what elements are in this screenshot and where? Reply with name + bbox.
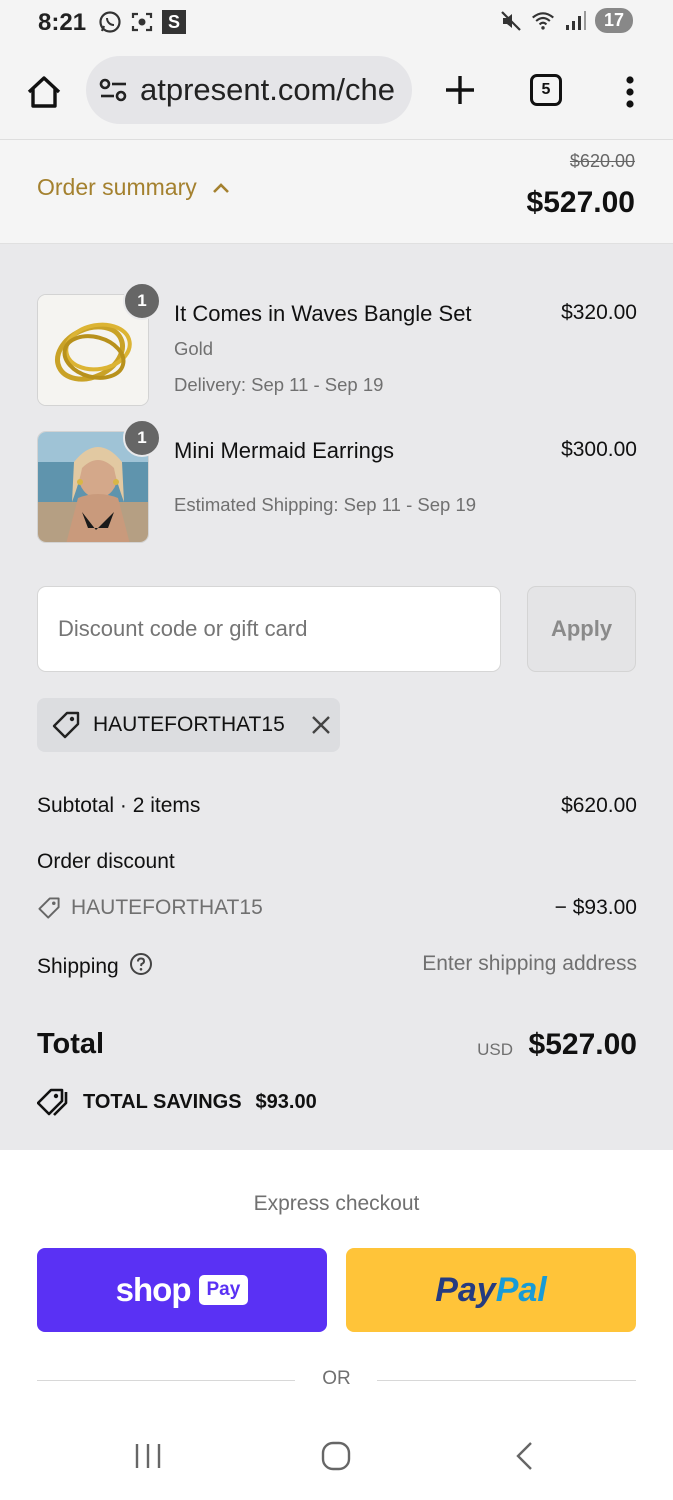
item-delivery: Delivery: Sep 11 - Sep 19: [174, 374, 384, 395]
remove-discount-button[interactable]: [309, 713, 333, 737]
paypal-logo-part2: Pal: [495, 1270, 547, 1309]
order-discount-label: Order discount: [37, 850, 175, 873]
express-checkout-title: Express checkout: [253, 1192, 420, 1215]
chevron-up-icon: [212, 182, 229, 193]
item-delivery: Estimated Shipping: Sep 11 - Sep 19: [174, 494, 477, 515]
discount-code-input[interactable]: [37, 586, 501, 672]
wifi-icon: [531, 9, 555, 33]
savings-value: $93.00: [255, 1090, 317, 1113]
close-icon: [311, 716, 330, 734]
browser-toolbar: atpresent.com/che 5: [0, 44, 673, 140]
whatsapp-icon: [98, 10, 122, 34]
order-summary-toggle[interactable]: Order summary: [37, 174, 231, 201]
paypal-button[interactable]: Pay Pal: [346, 1248, 636, 1332]
system-nav-bar: [0, 1420, 673, 1500]
paypal-logo-part1: Pay: [435, 1270, 496, 1309]
subtotal-value: $620.00: [561, 794, 637, 817]
screenshot-icon: [130, 10, 154, 34]
status-time: 8:21: [38, 9, 87, 36]
shop-pay-button[interactable]: shop Pay: [37, 1248, 327, 1332]
back-button[interactable]: [510, 1440, 542, 1477]
more-vert-icon: [626, 76, 634, 108]
recents-button[interactable]: [132, 1440, 164, 1477]
tag-icon: [38, 897, 60, 919]
item-name: Mini Mermaid Earrings: [174, 438, 395, 463]
order-summary-panel: 1 It Comes in Waves Bangle Set $320.00 G…: [0, 244, 673, 1150]
home-nav-button[interactable]: [320, 1440, 352, 1477]
applied-code-text: HAUTEFORTHAT15: [93, 713, 285, 736]
express-checkout: Express checkout shop Pay Pay Pal OR: [0, 1150, 673, 1420]
total-row: Total USD $527.00: [37, 1028, 637, 1068]
item-price: $320.00: [561, 301, 637, 324]
back-icon: [516, 1442, 532, 1470]
shop-pay-logo: shop: [115, 1271, 192, 1308]
new-tab-button[interactable]: [440, 70, 480, 110]
discount-code-text: HAUTEFORTHAT15: [71, 896, 263, 919]
recents-icon: [135, 1444, 161, 1468]
original-price: $620.00: [569, 151, 635, 171]
or-label: OR: [322, 1368, 351, 1389]
s-app-icon: S: [162, 10, 186, 34]
shipping-label: Shipping: [37, 955, 119, 978]
total-value: $527.00: [528, 1028, 637, 1061]
shipping-value: Enter shipping address: [422, 952, 637, 975]
shop-pay-badge: Pay: [198, 1275, 249, 1305]
line-item: 1 Mini Mermaid Earrings $300.00 Estimate…: [37, 419, 637, 543]
mute-icon: [499, 9, 523, 33]
subtotal-label: Subtotal · 2 items: [37, 794, 201, 817]
site-settings-icon[interactable]: [98, 78, 130, 107]
signal-icon: [563, 9, 587, 33]
header-total: $527.00: [526, 186, 635, 219]
status-bar: 8:21 S 17: [0, 0, 673, 44]
applied-discount-chip: HAUTEFORTHAT15: [37, 698, 340, 752]
home-button[interactable]: [24, 72, 64, 112]
home-icon: [27, 76, 61, 108]
battery-indicator: 17: [595, 8, 633, 33]
line-item: 1 It Comes in Waves Bangle Set $320.00 G…: [37, 282, 637, 406]
help-icon[interactable]: [129, 952, 153, 982]
item-variant: Gold: [174, 338, 214, 359]
tab-switcher-button[interactable]: 5: [530, 74, 562, 106]
plus-icon: [446, 76, 474, 104]
apply-button[interactable]: Apply: [527, 586, 636, 672]
address-bar[interactable]: atpresent.com/che: [86, 56, 412, 124]
tag-icon: [52, 711, 80, 739]
item-name: It Comes in Waves Bangle Set: [174, 301, 472, 326]
savings-label: TOTAL SAVINGS: [83, 1090, 242, 1113]
quantity-badge: 1: [123, 419, 161, 457]
item-price: $300.00: [561, 438, 637, 461]
url-text[interactable]: atpresent.com/che: [140, 72, 400, 108]
menu-button[interactable]: [620, 72, 640, 112]
order-summary-header: Order summary $620.00 $527.00: [0, 140, 673, 244]
home-circle-icon: [321, 1441, 351, 1471]
quantity-badge: 1: [123, 282, 161, 320]
total-savings: TOTAL SAVINGS $93.00: [37, 1087, 317, 1117]
currency-code: USD: [477, 1040, 513, 1059]
discount-value: − $93.00: [554, 896, 637, 919]
total-label: Total: [37, 1028, 105, 1060]
tags-icon: [37, 1088, 68, 1116]
order-summary-label: Order summary: [37, 174, 197, 200]
